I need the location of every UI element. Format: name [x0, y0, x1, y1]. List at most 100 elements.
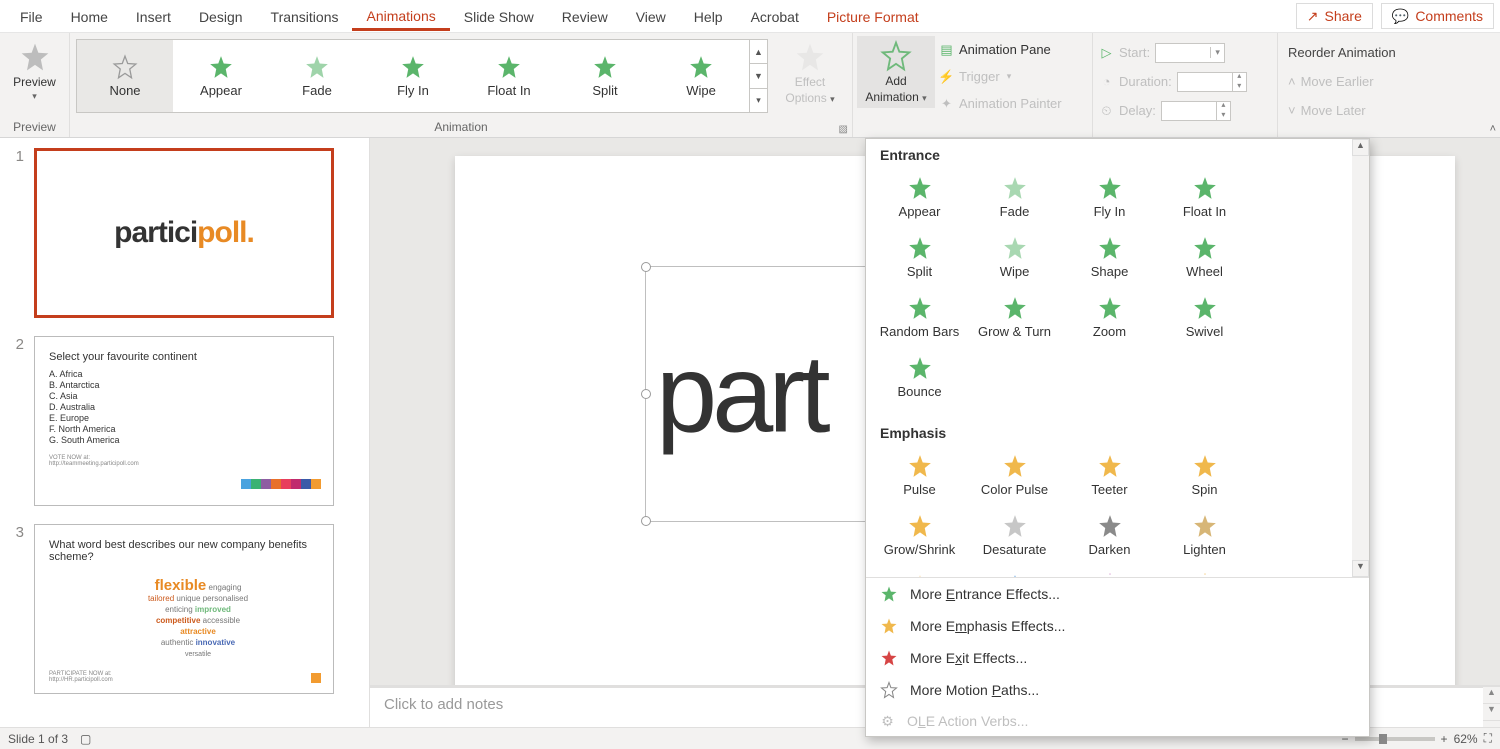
dd-entrance-zoom[interactable]: Zoom [1062, 289, 1157, 349]
gallery-item-flyin[interactable]: Fly In [365, 40, 461, 112]
collapse-ribbon-button[interactable]: ˄ [1490, 123, 1496, 135]
thumb-3[interactable]: 3 What word best describes our new compa… [0, 514, 369, 702]
more-entrance-effects[interactable]: More Entrance Effects... [866, 578, 1369, 610]
dd-entrance-wheel[interactable]: Wheel [1157, 229, 1252, 289]
duration-field[interactable]: ▴▾ [1177, 72, 1247, 92]
tab-help[interactable]: Help [680, 3, 737, 29]
tab-slideshow[interactable]: Slide Show [450, 3, 548, 29]
gallery-item-floatin[interactable]: Float In [461, 40, 557, 112]
add-animation-button[interactable]: Add Animation ▾ [857, 36, 935, 108]
tab-insert[interactable]: Insert [122, 3, 185, 29]
move-later-button[interactable]: ˅ Move Later [1284, 97, 1370, 124]
slide-thumbnails: 1 participoll. 2 Select your favourite c… [0, 138, 370, 727]
dd-label: Split [907, 264, 932, 279]
dd-label: Fade [1000, 204, 1030, 219]
timing-delay[interactable]: ⏲ Delay: ▴▾ [1099, 97, 1231, 124]
tab-picture-format[interactable]: Picture Format [813, 3, 933, 29]
tab-animations[interactable]: Animations [352, 2, 449, 31]
gallery-item-appear[interactable]: Appear [173, 40, 269, 112]
gallery-item-wipe[interactable]: Wipe [653, 40, 749, 112]
start-field[interactable]: ▾ [1155, 43, 1225, 63]
resize-handle-nw[interactable] [641, 262, 651, 272]
reorder-heading: Reorder Animation [1284, 39, 1400, 66]
zoom-in[interactable]: + [1441, 732, 1448, 746]
dd-emphasis-lighten[interactable]: Lighten [1157, 507, 1252, 567]
move-earlier-button[interactable]: ˄ Move Earlier [1284, 68, 1378, 95]
thumb-num-1: 1 [8, 148, 24, 318]
dd-emphasis-objectcolor[interactable]: Object Color [967, 567, 1062, 577]
animation-dialog-launcher[interactable]: ▧ [839, 124, 848, 135]
dd-emphasis-pulse[interactable]: Pulse [872, 447, 967, 507]
dd-emphasis-peek2[interactable] [1157, 567, 1252, 577]
gallery-more[interactable]: ▾ [750, 89, 767, 112]
gallery-up[interactable]: ▲ [750, 40, 767, 64]
part-l2: http://HR.participoll.com [49, 677, 113, 683]
move-down-icon: ˅ [1288, 103, 1296, 118]
comments-button[interactable]: 💬 Comments [1381, 3, 1494, 29]
dd-entrance-shape[interactable]: Shape [1062, 229, 1157, 289]
dd-emphasis-peek1[interactable] [1062, 567, 1157, 577]
gallery-down[interactable]: ▼ [750, 64, 767, 88]
gallery-item-fade[interactable]: Fade [269, 40, 365, 112]
dd-entrance-floatin[interactable]: Float In [1157, 169, 1252, 229]
dd-emphasis-spin[interactable]: Spin [1157, 447, 1252, 507]
duration-label: Duration: [1119, 74, 1172, 89]
more-motion-label: More Motion Paths... [910, 682, 1039, 698]
timing-duration[interactable]: ◔ Duration: ▴▾ [1099, 68, 1247, 95]
dd-scroll-track[interactable] [1352, 156, 1369, 560]
fit-to-window[interactable]: ⛶ [1484, 731, 1492, 746]
dd-emphasis-transparency[interactable]: Transparency [872, 567, 967, 577]
tab-acrobat[interactable]: Acrobat [737, 3, 813, 29]
delay-field[interactable]: ▴▾ [1161, 101, 1231, 121]
trigger-label: Trigger [959, 69, 1000, 84]
animation-painter-button[interactable]: ✦ Animation Painter [935, 90, 1066, 117]
logo-dot: . [247, 216, 254, 249]
tab-view[interactable]: View [622, 3, 680, 29]
zoom-slider[interactable] [1355, 737, 1435, 741]
tab-review[interactable]: Review [548, 3, 622, 29]
add-animation-dropdown: Entrance Appear Fade Fly In Float In Spl… [865, 138, 1370, 737]
dd-entrance-randombars[interactable]: Random Bars [872, 289, 967, 349]
more-motion-paths[interactable]: More Motion Paths... [866, 674, 1369, 706]
dd-scroll-up[interactable]: ▲ [1352, 139, 1369, 156]
preview-button[interactable]: Preview ▾ [6, 37, 63, 106]
dd-emphasis-growshrink[interactable]: Grow/Shrink [872, 507, 967, 567]
thumb-1[interactable]: 1 participoll. [0, 138, 369, 326]
effect-options-button[interactable]: Effect Options ▾ [774, 37, 846, 109]
animation-pane-icon: ▤ [939, 42, 954, 57]
emphasis-star-icon [880, 617, 898, 635]
trigger-button[interactable]: ⚡ Trigger ▾ [935, 63, 1066, 90]
tab-home[interactable]: Home [57, 3, 122, 29]
resize-handle-sw[interactable] [641, 516, 651, 526]
dd-entrance-wipe[interactable]: Wipe [967, 229, 1062, 289]
dd-entrance-swivel[interactable]: Swivel [1157, 289, 1252, 349]
thumb-2[interactable]: 2 Select your favourite continent A. Afr… [0, 326, 369, 514]
dd-entrance-flyin[interactable]: Fly In [1062, 169, 1157, 229]
dd-entrance-appear[interactable]: Appear [872, 169, 967, 229]
more-emphasis-effects[interactable]: More Emphasis Effects... [866, 610, 1369, 642]
dd-emphasis-colorpulse[interactable]: Color Pulse [967, 447, 1062, 507]
dd-entrance-fade[interactable]: Fade [967, 169, 1062, 229]
dd-entrance-growturn[interactable]: Grow & Turn [967, 289, 1062, 349]
more-exit-effects[interactable]: More Exit Effects... [866, 642, 1369, 674]
tab-file[interactable]: File [6, 3, 57, 29]
share-button[interactable]: ↗ Share [1296, 3, 1373, 29]
notes-down[interactable]: ▼ [1483, 704, 1500, 721]
dd-scroll-down[interactable]: ▼ [1352, 560, 1369, 577]
dd-entrance-split[interactable]: Split [872, 229, 967, 289]
dd-entrance-bounce[interactable]: Bounce [872, 349, 967, 409]
dd-emphasis-darken[interactable]: Darken [1062, 507, 1157, 567]
tab-transitions[interactable]: Transitions [257, 3, 353, 29]
gallery-item-none[interactable]: None [77, 40, 173, 112]
notes-up[interactable]: ▲ [1483, 687, 1500, 704]
dd-emphasis-desaturate[interactable]: Desaturate [967, 507, 1062, 567]
gallery-item-split[interactable]: Split [557, 40, 653, 112]
add-anim-l2: Animation [865, 90, 918, 104]
fade-star-icon [304, 54, 330, 80]
tab-design[interactable]: Design [185, 3, 257, 29]
floatin-star-icon [496, 54, 522, 80]
timing-start[interactable]: ▷ Start: ▾ [1099, 39, 1225, 66]
gallery-label: Float In [487, 83, 530, 98]
dd-emphasis-teeter[interactable]: Teeter [1062, 447, 1157, 507]
animation-pane-button[interactable]: ▤ Animation Pane [935, 36, 1066, 63]
